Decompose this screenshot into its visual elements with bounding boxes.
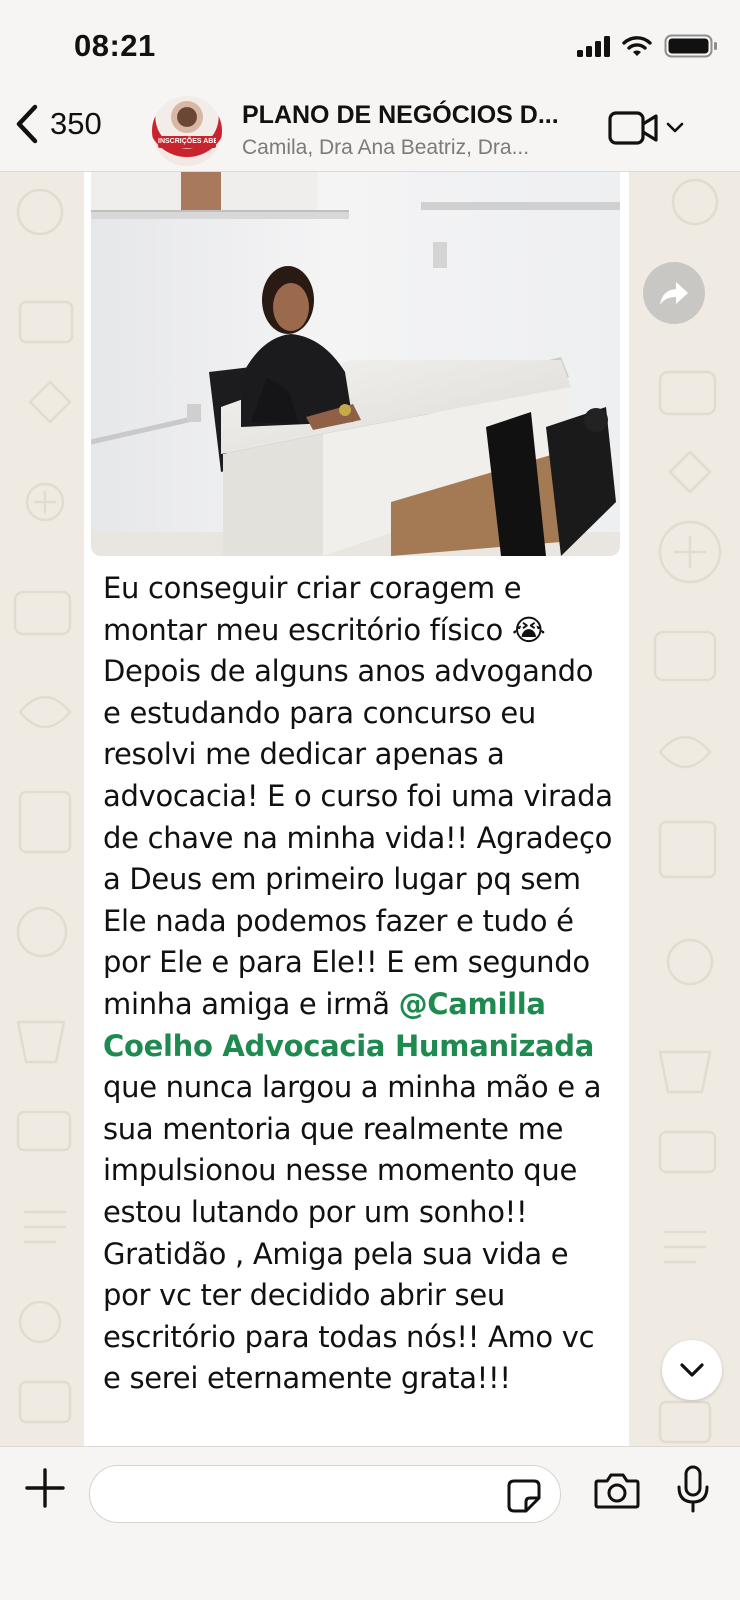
scroll-down-button[interactable]: [662, 1340, 722, 1400]
plus-icon: [25, 1468, 65, 1508]
message-text-part2: que nunca largou a minha mão e a sua men…: [103, 1070, 602, 1396]
status-icons: [577, 34, 718, 58]
attach-button[interactable]: [24, 1467, 66, 1514]
group-members[interactable]: Camila, Dra Ana Beatriz, Dra...: [242, 136, 529, 160]
message-text-part1: Eu conseguir criar coragem e montar meu …: [103, 571, 613, 1021]
microphone-icon: [677, 1465, 709, 1513]
sticker-button[interactable]: [506, 1478, 542, 1519]
camera-icon: [594, 1473, 640, 1509]
office-photo: [91, 172, 620, 556]
composer-bar: [0, 1446, 740, 1600]
message-input[interactable]: [110, 1478, 480, 1510]
back-chevron-icon: [16, 104, 38, 144]
signal-icon: [577, 35, 610, 57]
wifi-icon: [622, 36, 652, 56]
video-camera-icon: [608, 111, 658, 145]
chat-header: 08:21 350 INSCRIÇÕES ABERTAS PLANO DE NE…: [0, 0, 740, 172]
back-button[interactable]: 350: [14, 104, 102, 144]
microphone-button[interactable]: [676, 1465, 710, 1518]
video-call-button[interactable]: [608, 110, 684, 146]
status-time: 08:21: [74, 28, 156, 63]
group-avatar[interactable]: INSCRIÇÕES ABERTAS: [152, 96, 222, 166]
forward-button[interactable]: [643, 262, 705, 324]
message-input-box[interactable]: [89, 1465, 561, 1523]
forward-icon: [660, 282, 688, 305]
scroll-down-icon: [680, 1363, 704, 1377]
group-title[interactable]: PLANO DE NEGÓCIOS D...: [242, 101, 559, 130]
message-photo[interactable]: [91, 172, 620, 556]
battery-icon: [664, 34, 717, 58]
unread-count: 350: [50, 106, 102, 141]
chevron-down-icon: [666, 122, 684, 133]
sticker-icon: [507, 1479, 541, 1513]
chat-area[interactable]: Eu conseguir criar coragem e montar meu …: [0, 172, 740, 1446]
message-bubble[interactable]: Eu conseguir criar coragem e montar meu …: [84, 172, 629, 1446]
message-text: Eu conseguir criar coragem e montar meu …: [103, 568, 613, 1400]
avatar-caption: INSCRIÇÕES ABERTAS: [158, 136, 216, 148]
camera-button[interactable]: [594, 1471, 640, 1514]
